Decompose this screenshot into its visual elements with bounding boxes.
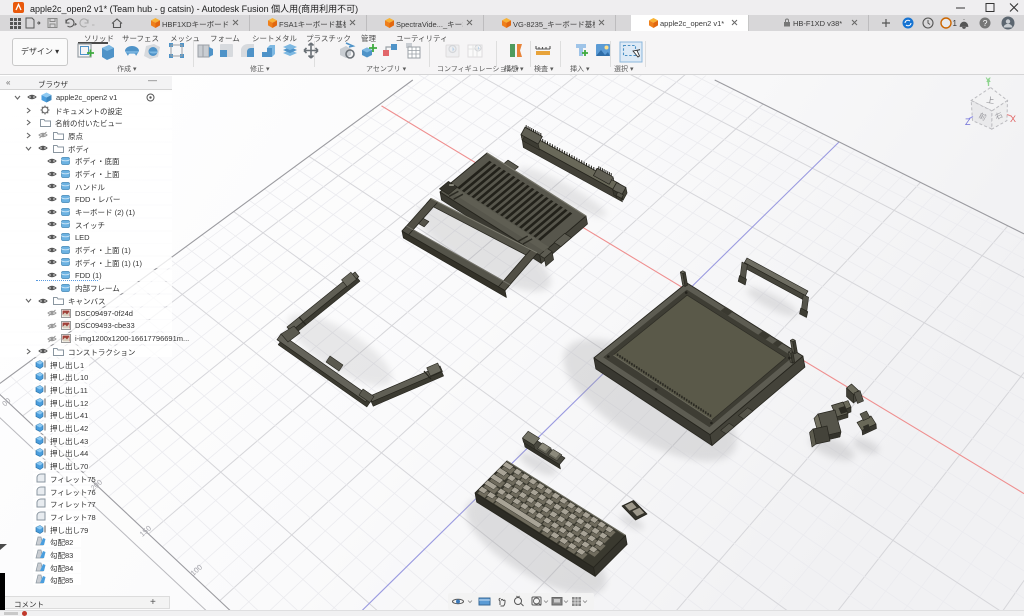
svg-text:上: 上 [986, 96, 995, 106]
svg-text:Y: Y [986, 77, 992, 86]
svg-text:Z: Z [965, 117, 971, 127]
svg-text:?: ? [983, 18, 988, 28]
svg-text:1: 1 [953, 19, 958, 28]
svg-text:X: X [1010, 114, 1016, 124]
